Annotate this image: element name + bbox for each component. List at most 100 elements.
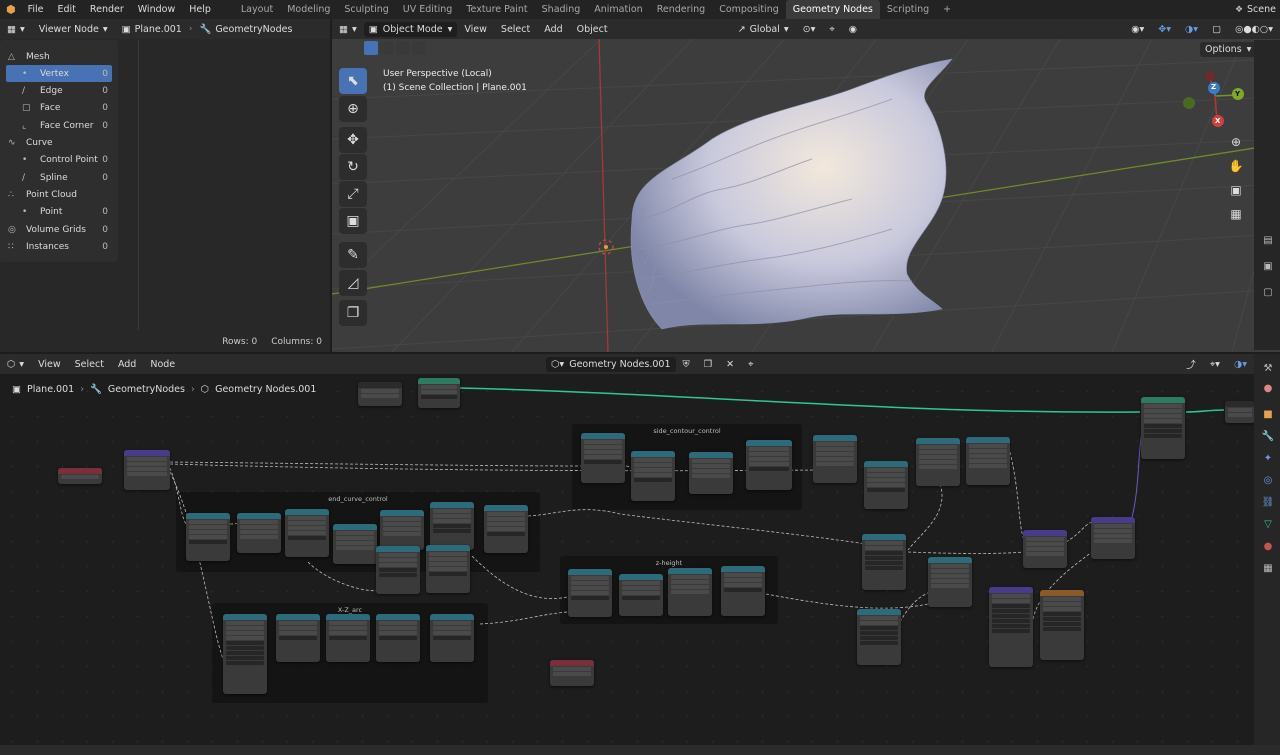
camera-icon[interactable]: ▣ — [1227, 181, 1245, 199]
tree-item[interactable]: △ Mesh — [6, 48, 112, 65]
tree-item[interactable]: ∕ Edge 0 — [6, 83, 112, 100]
select-mode-extend-icon[interactable] — [380, 41, 394, 55]
tab-modeling[interactable]: Modeling — [280, 0, 337, 19]
node-group-input[interactable] — [358, 382, 402, 406]
gizmo-toggle-icon[interactable]: ✥▾ — [1151, 24, 1178, 35]
object-crumb[interactable]: ▣ Plane.001 — [115, 24, 189, 35]
node-menu-select[interactable]: Select — [68, 359, 111, 370]
node-vector-add[interactable] — [1091, 517, 1135, 559]
node-multiply[interactable] — [631, 451, 675, 501]
tab-rendering[interactable]: Rendering — [650, 0, 713, 19]
node-multiply[interactable] — [186, 513, 230, 561]
node-random-value[interactable] — [857, 609, 901, 665]
node-multiply[interactable] — [426, 545, 470, 593]
node-vector-subtract[interactable] — [989, 587, 1033, 667]
node-add[interactable] — [333, 524, 377, 564]
node-add[interactable] — [380, 510, 424, 550]
select-mode-invert-icon[interactable] — [412, 41, 426, 55]
node-power[interactable] — [276, 614, 320, 662]
transform-tool[interactable]: ▣ — [339, 208, 367, 234]
node-multiply[interactable] — [619, 574, 663, 616]
tab-compositing[interactable]: Compositing — [712, 0, 786, 19]
tab-animation[interactable]: Animation — [587, 0, 649, 19]
viewport-3d[interactable]: Z Y X User Perspective (Local) (1) Scene… — [332, 19, 1280, 352]
node-multiply[interactable] — [864, 461, 908, 509]
physics-properties-icon[interactable]: ◎ — [1260, 472, 1276, 488]
tree-item[interactable]: ∷ Instances 0 — [6, 238, 112, 255]
node-multiply[interactable] — [484, 505, 528, 553]
texture-properties-icon[interactable]: ▦ — [1260, 560, 1276, 576]
node-tree-dropdown[interactable]: ⬡▾ Geometry Nodes.001 — [546, 356, 676, 372]
select-mode-subtract-icon[interactable] — [396, 41, 410, 55]
node-editor-type-button[interactable]: ⬡ ▾ — [0, 359, 31, 370]
material-properties-icon[interactable]: ● — [1260, 538, 1276, 554]
sidebar-output-icon[interactable]: ▢ — [1260, 284, 1276, 300]
spreadsheet-divider[interactable] — [138, 40, 139, 330]
modifier-properties-icon[interactable]: 🔧 — [1260, 428, 1276, 444]
node-power[interactable] — [376, 614, 420, 662]
menu-render[interactable]: Render — [83, 4, 131, 15]
particles-properties-icon[interactable]: ✦ — [1260, 450, 1276, 466]
tab-sculpting[interactable]: Sculpting — [337, 0, 395, 19]
node-overlay-icon[interactable]: ◑▾ — [1227, 359, 1254, 370]
node-separate-xyz[interactable] — [124, 450, 170, 490]
pivot-button[interactable]: ⊙▾ — [796, 24, 823, 35]
options-dropdown[interactable]: Options ▾ — [1200, 42, 1257, 57]
tab-layout[interactable]: Layout — [234, 0, 280, 19]
tab-texture-paint[interactable]: Texture Paint — [459, 0, 534, 19]
shading-modes-icon[interactable]: ◎●◐○▾ — [1228, 24, 1280, 35]
node-position[interactable] — [58, 468, 102, 484]
visibility-icon[interactable]: ◉▾ — [1124, 24, 1151, 35]
cursor-tool[interactable]: ⊕ — [339, 96, 367, 122]
node-noise-texture[interactable] — [1040, 590, 1084, 660]
node-menu-view[interactable]: View — [31, 359, 68, 370]
tree-item[interactable]: ⌞ Face Corner 0 — [6, 117, 112, 134]
node-cosine[interactable] — [689, 452, 733, 494]
viewport-menu-add[interactable]: Add — [537, 24, 569, 35]
node-multiply[interactable] — [285, 509, 329, 557]
zoom-icon[interactable]: ⊕ — [1227, 133, 1245, 151]
add-workspace-button[interactable]: + — [936, 0, 958, 19]
select-box-tool[interactable]: ⬉ — [339, 68, 367, 94]
xray-icon[interactable]: ▢ — [1205, 24, 1228, 35]
sidebar-render-icon[interactable]: ▣ — [1260, 258, 1276, 274]
tool-properties-icon[interactable]: ⚒ — [1260, 360, 1276, 376]
menu-window[interactable]: Window — [131, 4, 182, 15]
node-power[interactable] — [721, 566, 765, 616]
parent-node-tree-icon[interactable]: ⤴ — [1179, 357, 1203, 371]
add-cube-tool[interactable]: ❐ — [339, 300, 367, 326]
tree-item[interactable]: ∕ Spline 0 — [6, 169, 112, 186]
tree-item[interactable]: ∿ Curve — [6, 135, 112, 152]
tab-shading[interactable]: Shading — [535, 0, 588, 19]
scale-tool[interactable]: ⤢ — [339, 181, 367, 207]
viewport-editor-type[interactable]: ▦ ▾ — [332, 24, 364, 35]
viewer-node-dropdown[interactable]: Viewer Node ▾ — [32, 24, 115, 35]
node-map-range[interactable] — [223, 614, 267, 694]
node-sine[interactable] — [237, 513, 281, 553]
tab-geometry-nodes[interactable]: Geometry Nodes — [785, 0, 880, 19]
snap-node-icon[interactable]: ⌖▾ — [1203, 359, 1227, 370]
node-viewer[interactable] — [550, 660, 594, 686]
node-menu-add[interactable]: Add — [111, 359, 143, 370]
node-add[interactable] — [916, 438, 960, 486]
node-group-output[interactable] — [1225, 401, 1255, 423]
constraints-properties-icon[interactable]: ⛓ — [1260, 494, 1276, 510]
node-set-position[interactable] — [1141, 397, 1185, 459]
scene-name[interactable]: Scene — [1247, 4, 1276, 15]
modifier-crumb[interactable]: 🔧 GeometryNodes — [192, 24, 299, 35]
node-subtract[interactable] — [326, 614, 370, 662]
node-add[interactable] — [668, 568, 712, 616]
pan-hand-icon[interactable]: ✋ — [1227, 157, 1245, 175]
object-properties-icon[interactable]: ■ — [1260, 406, 1276, 422]
node-add[interactable] — [928, 557, 972, 607]
node-multiply[interactable] — [746, 440, 792, 490]
tree-item[interactable]: • Vertex 0 — [6, 65, 112, 83]
menu-help[interactable]: Help — [182, 4, 218, 15]
tree-item[interactable]: • Control Point 0 — [6, 152, 112, 169]
tab-uv-editing[interactable]: UV Editing — [396, 0, 460, 19]
node-subdivide-mesh[interactable] — [418, 378, 460, 408]
viewport-menu-object[interactable]: Object — [570, 24, 615, 35]
unlink-close-icon[interactable]: ✕ — [719, 359, 741, 370]
data-properties-icon[interactable]: ▽ — [1260, 516, 1276, 532]
tree-item[interactable]: • Point 0 — [6, 204, 112, 221]
